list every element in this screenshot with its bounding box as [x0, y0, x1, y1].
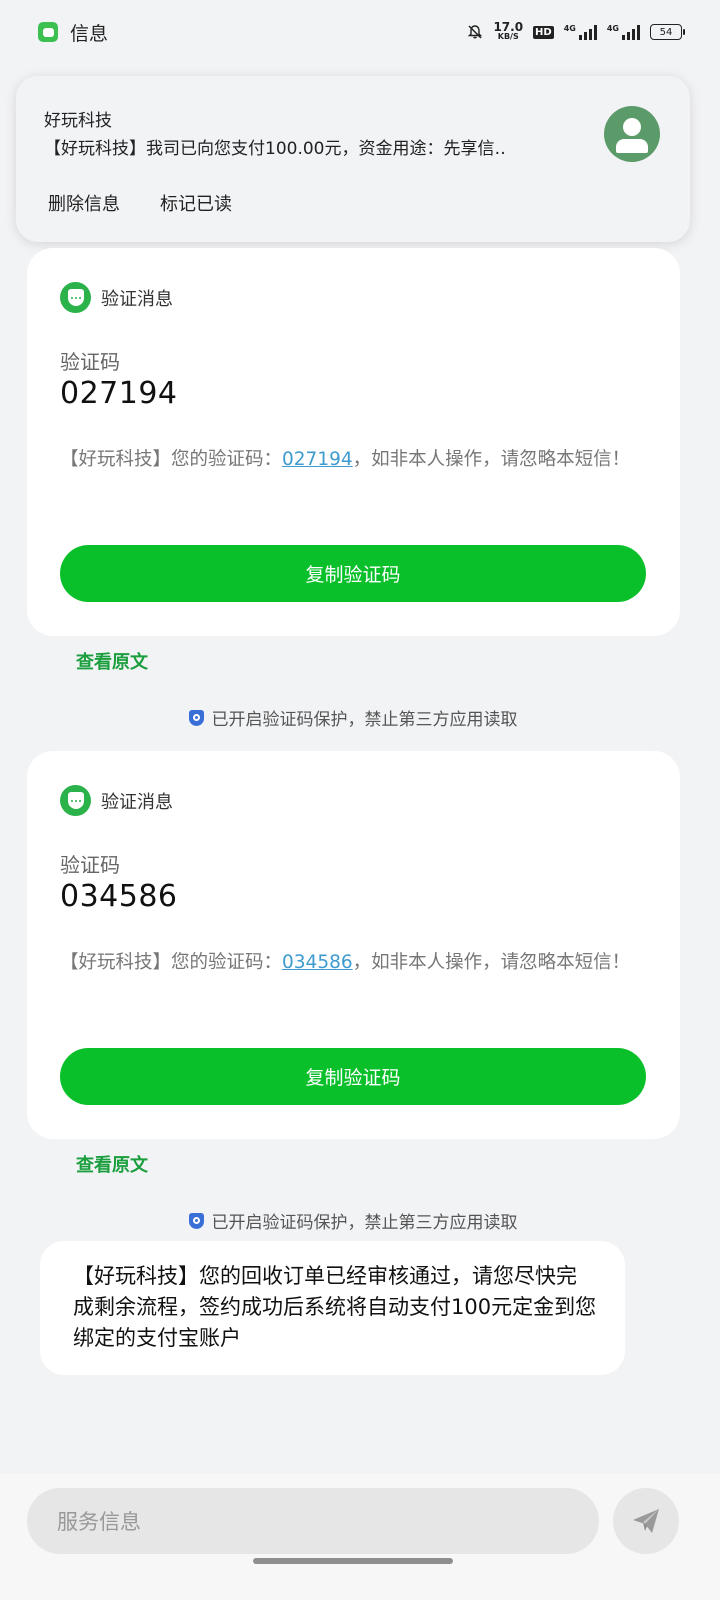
code-link[interactable]: 034586 [282, 952, 353, 973]
status-indicators: 17.0 KB/S HD 4G 4G 54 [467, 20, 685, 42]
copy-code-button[interactable]: 复制验证码 [60, 545, 646, 602]
notification-text: 【好玩科技】我司已向您支付100.00元，资金用途：先享信‥ [44, 139, 506, 159]
avatar [604, 106, 660, 162]
protection-notice: 已开启验证码保护，禁止第三方应用读取 [0, 1208, 706, 1233]
card-title: 验证消息 [101, 791, 173, 813]
message-text: 【好玩科技】您的回收订单已经审核通过，请您尽快完成剩余流程，签约成功后系统将自动… [73, 1264, 597, 1350]
bell-muted-icon [468, 25, 483, 39]
verification-shield-icon [60, 282, 91, 313]
battery-level: 54 [659, 26, 673, 38]
code-label: 验证码 [60, 350, 120, 374]
message-bubble[interactable]: 【好玩科技】您的回收订单已经审核通过，请您尽快完成剩余流程，签约成功后系统将自动… [40, 1241, 625, 1375]
signal-icon-2: 4G [607, 24, 640, 40]
status-bar: 信息 17.0 KB/S HD 4G 4G 54 [0, 0, 720, 64]
shield-icon [188, 1212, 204, 1229]
copy-code-button[interactable]: 复制验证码 [60, 1048, 646, 1105]
message-body: 【好玩科技】您的验证码：034586，如非本人操作，请忽略本短信！ [60, 952, 631, 973]
message-app-icon [38, 22, 58, 42]
notification-actions: 删除信息 标记已读 [48, 190, 232, 216]
mark-read-button[interactable]: 标记已读 [160, 190, 232, 216]
protection-notice: 已开启验证码保护，禁止第三方应用读取 [0, 705, 706, 730]
message-body: 【好玩科技】您的验证码：027194，如非本人操作，请忽略本短信！ [60, 449, 631, 470]
verification-code: 034586 [60, 879, 178, 914]
message-input[interactable]: 服务信息 [27, 1488, 599, 1554]
input-placeholder: 服务信息 [57, 1510, 141, 1534]
view-original-link[interactable]: 查看原文 [76, 648, 148, 674]
code-link[interactable]: 027194 [282, 449, 353, 470]
send-icon [633, 1509, 659, 1533]
verification-code: 027194 [60, 376, 178, 411]
send-button[interactable] [613, 1488, 679, 1554]
notification-banner[interactable]: 好玩科技 【好玩科技】我司已向您支付100.00元，资金用途：先享信‥ 删除信息… [16, 76, 690, 242]
signal-icon: 4G [564, 24, 597, 40]
verification-card: 验证消息 验证码 034586 【好玩科技】您的验证码：034586，如非本人操… [27, 751, 680, 1139]
card-title: 验证消息 [101, 288, 173, 310]
verification-card: 验证消息 验证码 027194 【好玩科技】您的验证码：027194，如非本人操… [27, 248, 680, 636]
verification-shield-icon [60, 785, 91, 816]
battery-icon: 54 [650, 24, 685, 40]
shield-icon [188, 709, 204, 726]
status-app-name: 信息 [70, 22, 109, 45]
hd-badge: HD [533, 25, 554, 39]
code-label: 验证码 [60, 853, 120, 877]
compose-bar: 服务信息 [0, 1474, 720, 1600]
notification-sender: 好玩科技 [44, 111, 112, 131]
home-indicator[interactable] [253, 1558, 453, 1564]
network-speed: 17.0 KB/S [493, 20, 524, 41]
delete-message-button[interactable]: 删除信息 [48, 190, 120, 216]
view-original-link[interactable]: 查看原文 [76, 1151, 148, 1177]
